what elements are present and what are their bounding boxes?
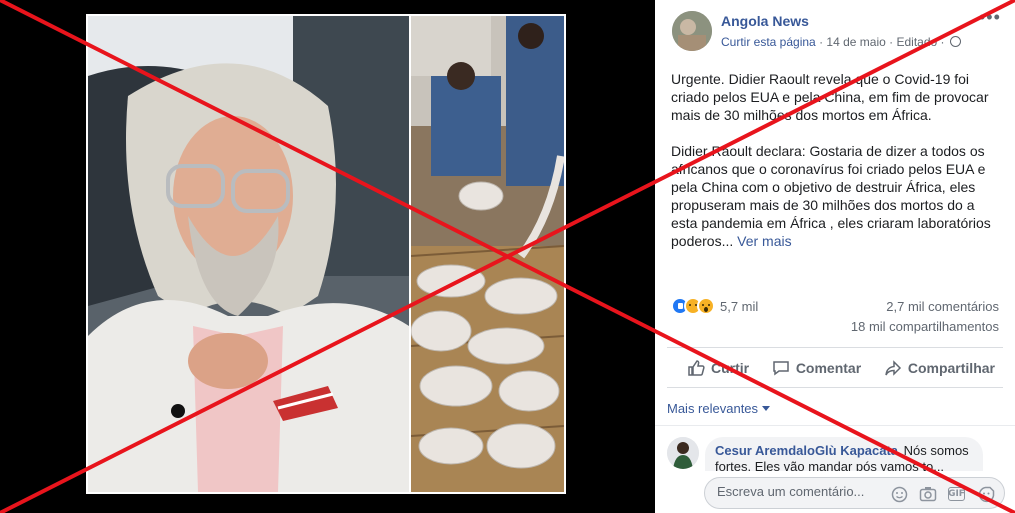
post-actions: Curtir Comentar Compartilhar <box>667 351 1003 385</box>
chevron-down-icon <box>762 406 771 411</box>
like-button[interactable]: Curtir <box>687 359 749 377</box>
comment-label: Comentar <box>795 360 862 376</box>
share-label: Compartilhar <box>907 360 995 376</box>
like-label: Curtir <box>711 360 750 376</box>
globe-icon[interactable] <box>949 36 961 47</box>
share-arrow-icon <box>885 360 901 376</box>
wow-icon <box>697 297 715 315</box>
comment-bubble-icon <box>773 361 789 376</box>
reactions-summary[interactable]: 5,7 mil <box>671 296 758 316</box>
post-paragraph-1: Urgente. Didier Raoult revela que o Covi… <box>671 71 989 123</box>
comments-count-link[interactable]: 2,7 mil comentários <box>886 299 999 314</box>
emoji-icon[interactable] <box>890 485 908 503</box>
meta-separator: · <box>889 35 894 49</box>
reaction-count[interactable]: 5,7 mil <box>720 299 758 314</box>
meta-separator: · <box>819 35 824 49</box>
commenter-avatar[interactable] <box>667 437 699 469</box>
post-paragraph-2-text: Didier Raoult declara: Gostaria de dizer… <box>671 143 991 249</box>
post-meta: Curtir esta página · 14 de maio · Editad… <box>721 35 961 49</box>
image-left-portrait <box>88 16 409 492</box>
divider <box>667 347 1003 348</box>
comment-composer[interactable]: GIF <box>704 477 1005 509</box>
image-right-pangolins <box>411 16 564 492</box>
more-options-button[interactable]: ••• <box>979 7 1001 28</box>
camera-icon[interactable] <box>919 485 937 503</box>
comments-divider <box>655 425 1015 426</box>
comment-bubble: Cesur AremdaloGlù Kapacata Nós somos for… <box>705 437 983 471</box>
see-more-link[interactable]: Ver mais <box>737 233 791 249</box>
comment-sort-label: Mais relevantes <box>667 401 759 416</box>
post-panel: Angola News Curtir esta página · 14 de m… <box>655 0 1015 513</box>
comment-input[interactable] <box>717 484 887 499</box>
comment-button[interactable]: Comentar <box>772 359 861 377</box>
post-date[interactable]: 14 de maio <box>826 35 885 49</box>
sticker-icon[interactable] <box>977 485 995 503</box>
meta-separator: · <box>940 35 945 49</box>
post-image[interactable] <box>86 14 566 494</box>
gif-icon[interactable]: GIF <box>948 487 965 501</box>
follow-page-link[interactable]: Curtir esta página <box>721 35 816 49</box>
share-button[interactable]: Compartilhar <box>884 359 995 377</box>
post-image-area[interactable] <box>0 0 655 513</box>
divider <box>667 387 1003 388</box>
comment-author-link[interactable]: Cesur AremdaloGlù Kapacata <box>715 443 898 458</box>
shares-count-link[interactable]: 18 mil compartilhamentos <box>851 319 999 334</box>
comment-sort-dropdown[interactable]: Mais relevantes <box>667 401 771 416</box>
post-paragraph-2: Didier Raoult declara: Gostaria de dizer… <box>671 142 1001 250</box>
edited-label[interactable]: Editado <box>896 35 937 49</box>
thumbs-up-icon <box>688 360 705 376</box>
post-text: Urgente. Didier Raoult revela que o Covi… <box>671 70 1001 268</box>
page-name-link[interactable]: Angola News <box>721 13 809 29</box>
page-avatar[interactable] <box>672 11 712 51</box>
